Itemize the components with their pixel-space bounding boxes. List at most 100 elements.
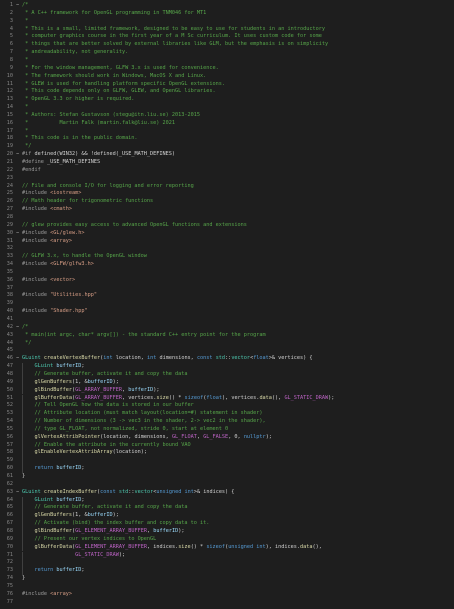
code-line[interactable]: 57 // Enable the attribute in the curren…: [0, 441, 454, 450]
fold-toggle-icon[interactable]: −: [15, 230, 20, 238]
code-text: *: [22, 128, 28, 136]
code-text: GLuint bufferID;: [22, 363, 85, 371]
code-line[interactable]: 76 #include <array>: [0, 591, 454, 599]
code-line[interactable]: 32: [0, 245, 454, 253]
code-line[interactable]: 63− GLuint createIndexBuffer(const std::v…: [0, 489, 454, 497]
code-line[interactable]: 40 #include "Shader.hpp": [0, 308, 454, 316]
code-line[interactable]: 4 * This is a small, limited framework, …: [0, 26, 454, 34]
code-line[interactable]: 27 #include <cmath>: [0, 206, 454, 214]
code-line[interactable]: 16 * Martin Falk (martin.falk@liu.se) 20…: [0, 120, 454, 128]
code-line[interactable]: 55 // type GL_FLOAT, not normalized, str…: [0, 425, 454, 434]
code-line[interactable]: 67 // Activate (bind) the index buffer a…: [0, 520, 454, 528]
fold-toggle-icon[interactable]: −: [15, 489, 20, 497]
code-line[interactable]: 75: [0, 583, 454, 591]
code-line[interactable]: 56 glVertexAttribPointer(location, dimen…: [0, 433, 454, 442]
code-token: // Generate buffer, activate it and copy…: [34, 504, 188, 511]
code-line[interactable]: 22 #endif: [0, 167, 454, 175]
code-line[interactable]: 23: [0, 175, 454, 183]
code-line[interactable]: 72: [0, 559, 454, 568]
fold-toggle-icon[interactable]: −: [15, 151, 20, 159]
code-line[interactable]: 15 * Authors: Stefan Gustavson (stegu@it…: [0, 112, 454, 120]
code-text: // Activate (bind) the index buffer and …: [22, 520, 210, 528]
code-line[interactable]: 73 return bufferID;: [0, 567, 454, 576]
code-line[interactable]: 20− #if defined(WIN32) && !defined(_USE_M…: [0, 151, 454, 159]
code-text: #include <vector>: [22, 277, 75, 285]
code-text: * Martin Falk (martin.falk@liu.se) 2021: [22, 120, 175, 128]
code-line[interactable]: 70 glBufferData(GL_ELEMENT_ARRAY_BUFFER,…: [0, 543, 454, 552]
code-line[interactable]: 53 // Attribute location (must match lay…: [0, 410, 454, 419]
code-line[interactable]: 71 GL_STATIC_DRAW);: [0, 551, 454, 560]
code-line[interactable]: 42−/*: [0, 324, 454, 332]
code-line[interactable]: 14 *: [0, 104, 454, 112]
code-line[interactable]: 12 * This code depends only on GLFW, GLE…: [0, 88, 454, 96]
code-line[interactable]: 62: [0, 481, 454, 489]
code-line[interactable]: 5 * computer graphics course in the firs…: [0, 33, 454, 41]
code-line[interactable]: 17 *: [0, 128, 454, 136]
code-line[interactable]: 59: [0, 457, 454, 466]
code-line[interactable]: 65 // Generate buffer, activate it and c…: [0, 504, 454, 513]
line-number: 45: [6, 347, 13, 354]
code-token: *: [22, 104, 29, 111]
code-line[interactable]: 33 // GLFW 3.x, to handle the OpenGL wind…: [0, 253, 454, 261]
code-line[interactable]: 64 GLuint bufferID;: [0, 496, 454, 505]
code-line[interactable]: 2 * A C++ framework for OpenGL programmi…: [0, 10, 454, 18]
code-editor[interactable]: 1−/* 2 * A C++ framework for OpenGL progr…: [0, 0, 454, 609]
code-line[interactable]: 13 * OpenGL 3.3 or higher is required.: [0, 96, 454, 104]
code-line[interactable]: 46− GLuint createVertexBuffer(int locatio…: [0, 355, 454, 363]
fold-toggle-icon[interactable]: −: [15, 324, 20, 332]
fold-toggle-icon[interactable]: −: [15, 355, 20, 363]
code-line[interactable]: 35: [0, 269, 454, 277]
code-line[interactable]: 25 #include <iostream>: [0, 190, 454, 198]
code-line[interactable]: 58 glEnableVertexAttribArray(location);: [0, 449, 454, 458]
code-line[interactable]: 30− #include <GL/glew.h>: [0, 230, 454, 238]
code-line[interactable]: 44 */: [0, 340, 454, 348]
code-line[interactable]: 34 #include <GLFW/glfw3.h>: [0, 261, 454, 269]
code-line[interactable]: 61}: [0, 473, 454, 481]
code-line[interactable]: 74}: [0, 575, 454, 583]
code-line[interactable]: 8 *: [0, 57, 454, 65]
code-line[interactable]: 77: [0, 599, 454, 607]
line-number: 75: [6, 582, 13, 589]
code-line[interactable]: 7 * andreadability, not generality.: [0, 49, 454, 57]
code-line[interactable]: 6 * things that are better solved by ext…: [0, 41, 454, 49]
code-line[interactable]: 45: [0, 347, 454, 355]
code-token: () *: [168, 394, 185, 401]
code-line[interactable]: 50 glBindBuffer(GL_ARRAY_BUFFER, bufferI…: [0, 386, 454, 395]
code-line[interactable]: 37: [0, 285, 454, 293]
code-line[interactable]: 43 * main(int argc, char* argv[]) - the …: [0, 332, 454, 340]
code-line[interactable]: 9 * For the window management, GLFW 3.x …: [0, 65, 454, 73]
code-line[interactable]: 54 // Number of dimensions (3 -> vec3 in…: [0, 418, 454, 426]
fold-toggle-icon[interactable]: −: [15, 2, 20, 10]
code-line[interactable]: 3 *: [0, 18, 454, 26]
code-line[interactable]: 36 #include <vector>: [0, 277, 454, 285]
code-line[interactable]: 38 #include "Utilities.hpp": [0, 292, 454, 300]
code-line[interactable]: 51 glBufferData(GL_ARRAY_BUFFER, vertice…: [0, 394, 454, 403]
code-line[interactable]: 52 // Tell OpenGL how the data is stored…: [0, 402, 454, 411]
code-token: <GLFW/glfw3.h>: [50, 261, 94, 268]
code-line[interactable]: 26 // Math header for trigonometric funct…: [0, 198, 454, 206]
code-text: #include <cmath>: [22, 206, 72, 214]
code-line[interactable]: 66 glGenBuffers(1, &bufferID);: [0, 512, 454, 521]
code-line[interactable]: 24 // File and console I/O for logging an…: [0, 183, 454, 191]
code-line[interactable]: 41: [0, 316, 454, 324]
code-line[interactable]: 28: [0, 214, 454, 222]
code-token: * andreadability, not generality.: [22, 49, 129, 56]
code-token: );: [178, 527, 185, 534]
code-line[interactable]: 60 return bufferID;: [0, 465, 454, 473]
code-line[interactable]: 10 * The framework should work in Window…: [0, 73, 454, 81]
code-line[interactable]: 49 glGenBuffers(1, &bufferID);: [0, 378, 454, 387]
code-line[interactable]: 29 // glew provides easy access to advanc…: [0, 222, 454, 230]
code-line[interactable]: 19 */: [0, 143, 454, 151]
code-text: * The framework should work in Windows, …: [22, 73, 206, 81]
code-line[interactable]: 11 * GLEW is used for handling platform …: [0, 81, 454, 89]
code-line[interactable]: 1−/*: [0, 2, 454, 10]
code-line[interactable]: 39: [0, 300, 454, 308]
code-line[interactable]: 48 // Generate buffer, activate it and c…: [0, 370, 454, 379]
code-line[interactable]: 18 * This code is in the public domain.: [0, 135, 454, 143]
code-line[interactable]: 69 // Present our vertex indices to Open…: [0, 535, 454, 544]
code-line[interactable]: 21 #define _USE_MATH_DEFINES: [0, 159, 454, 167]
code-line[interactable]: 47 GLuint bufferID;: [0, 363, 454, 371]
code-line[interactable]: 68 glBindBuffer(GL_ELEMENT_ARRAY_BUFFER,…: [0, 527, 454, 536]
code-line[interactable]: 31 #include <array>: [0, 238, 454, 246]
